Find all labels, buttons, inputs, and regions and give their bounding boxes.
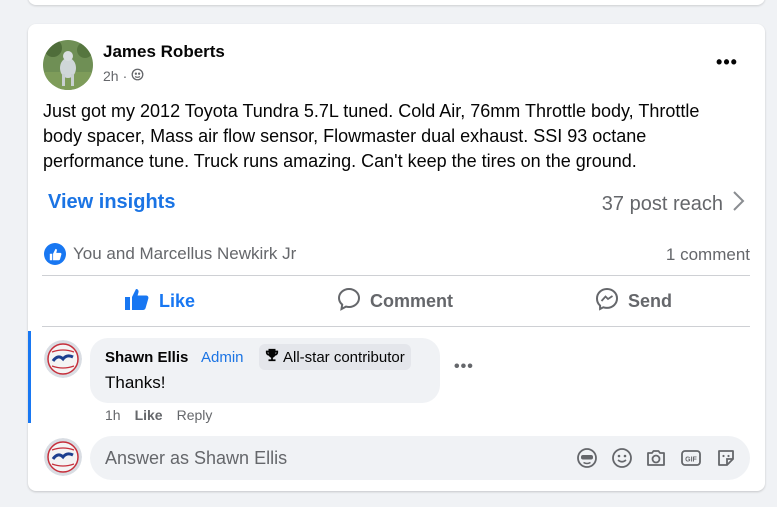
post-text: Just got my 2012 Toyota Tundra 5.7L tune…: [43, 101, 700, 171]
meta-separator: ·: [122, 68, 128, 84]
comment-time[interactable]: 1h: [105, 407, 121, 423]
contributor-badge[interactable]: All-star contributor: [259, 344, 411, 370]
post-card: James Roberts 2h · ••• Just got my 2012 …: [28, 24, 765, 491]
like-button[interactable]: Like: [124, 288, 195, 314]
comment-label: Comment: [370, 290, 454, 311]
comment-like-button[interactable]: Like: [135, 407, 163, 423]
highlighted-comment-indicator: [28, 331, 31, 423]
reactions-summary[interactable]: You and Marcellus Newkirk Jr: [44, 243, 296, 265]
current-user-avatar[interactable]: [44, 438, 82, 476]
more-icon: •••: [454, 358, 474, 375]
commenter-name[interactable]: Shawn Ellis: [105, 349, 188, 366]
admin-label[interactable]: Admin: [201, 349, 244, 366]
post-reach-button[interactable]: 37 post reach: [602, 190, 745, 218]
comment-reply-button[interactable]: Reply: [177, 407, 213, 423]
author-name[interactable]: James Roberts: [103, 42, 225, 62]
badge-label: All-star contributor: [283, 348, 405, 366]
svg-text:GIF: GIF: [685, 457, 697, 464]
previous-card: [28, 0, 765, 5]
like-reaction-icon: [44, 243, 66, 265]
post-time[interactable]: 2h: [103, 68, 119, 84]
more-icon: •••: [716, 51, 738, 72]
globe-icon: [131, 68, 144, 84]
emoji-icon[interactable]: [611, 447, 633, 469]
send-button[interactable]: Send: [595, 287, 673, 316]
trophy-icon: [265, 348, 279, 366]
comment-more-button[interactable]: •••: [454, 358, 474, 376]
divider: [42, 275, 750, 276]
avatar-sticker-icon[interactable]: [576, 447, 598, 469]
reply-input[interactable]: [105, 436, 565, 480]
view-insights-link[interactable]: View insights: [48, 191, 175, 214]
reactions-label: You and Marcellus Newkirk Jr: [73, 244, 297, 263]
chevron-right-icon: [731, 190, 745, 218]
camera-icon[interactable]: [645, 447, 667, 469]
send-label: Send: [628, 290, 673, 311]
post-meta: 2h ·: [103, 68, 144, 84]
commenter-avatar[interactable]: [44, 340, 82, 378]
comment-text: Thanks!: [105, 373, 166, 392]
like-label: Like: [159, 290, 196, 311]
sticker-icon[interactable]: [715, 447, 737, 469]
reply-composer: GIF: [90, 436, 750, 480]
messenger-icon: [595, 287, 619, 316]
comment-bubble: Shawn Ellis Admin All-star contributor T…: [90, 338, 440, 403]
comment-icon: [337, 287, 361, 316]
comment-actions: 1h Like Reply: [105, 407, 212, 423]
divider: [42, 326, 750, 327]
more-options-button[interactable]: •••: [709, 49, 745, 75]
gif-icon[interactable]: GIF: [680, 447, 702, 469]
thumbs-up-icon: [124, 287, 150, 316]
comment-button[interactable]: Comment: [337, 287, 454, 316]
author-avatar[interactable]: [43, 40, 93, 90]
comment-count[interactable]: 1 comment: [666, 245, 750, 265]
post-reach-label: 37 post reach: [601, 192, 723, 215]
